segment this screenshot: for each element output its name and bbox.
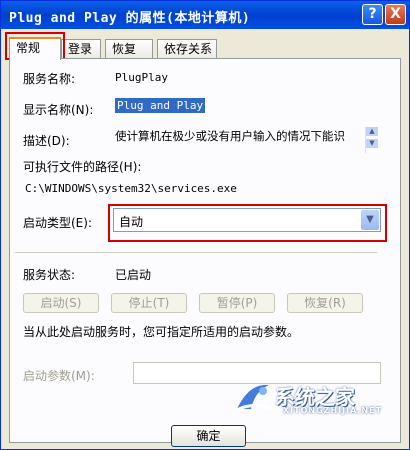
start-button[interactable]: 启动(S) (23, 293, 99, 313)
description-label: 描述(D): (23, 134, 70, 148)
service-name-label: 服务名称: (23, 72, 76, 86)
display-name-field[interactable]: Plug and Play (113, 96, 381, 116)
exe-path-label: 可执行文件的路径(H): (23, 160, 142, 174)
startup-highlight-box (108, 204, 387, 242)
properties-dialog: Plug and Play 的属性(本地计算机) ? X 常规 登录 恢复 依存… (0, 0, 410, 450)
start-params-label: 启动参数(M): (23, 369, 95, 383)
watermark-logo-icon (234, 384, 272, 413)
service-status-label: 服务状态: (23, 268, 76, 282)
exe-path-value: C:\WINDOWS\system32\services.exe (25, 182, 237, 195)
tab-strip: 常规 登录 恢复 依存关系 (9, 37, 399, 60)
pause-button[interactable]: 暂停(P) (199, 293, 275, 313)
tab-general[interactable]: 常规 (9, 37, 61, 60)
service-status-value: 已启动 (115, 268, 152, 282)
title-bar[interactable]: Plug and Play 的属性(本地计算机) ? X (1, 1, 409, 29)
resume-button[interactable]: 恢复(R) (287, 293, 363, 313)
divider (15, 252, 377, 253)
service-name-value: PlugPlay (115, 71, 168, 84)
watermark-subtext: XITONGZHIJIA.NET (283, 406, 383, 415)
stop-button[interactable]: 停止(T) (111, 293, 187, 313)
start-params-hint: 当从此处启动服务时，您可指定所适用的启动参数。 (23, 325, 300, 339)
startup-type-label: 启动类型(E): (23, 216, 92, 230)
close-button[interactable]: X (385, 4, 406, 25)
ok-button[interactable]: 确定 (171, 425, 246, 447)
scroll-up-icon[interactable]: ▲ (366, 127, 378, 136)
window-title: Plug and Play 的属性(本地计算机) (9, 11, 251, 26)
watermark: 系统之家 XITONGZHIJIA.NET (233, 379, 410, 417)
description-scrollbar[interactable]: ▲ ▼ (365, 127, 378, 153)
description-field[interactable]: 使计算机在极少或没有用户输入的情况下能识 ▲ ▼ (113, 125, 381, 155)
display-name-value: Plug and Play (115, 98, 206, 113)
scroll-down-icon[interactable]: ▼ (366, 139, 378, 148)
tab-logon[interactable]: 登录 (61, 39, 101, 58)
description-value: 使计算机在极少或没有用户输入的情况下能识 (115, 129, 345, 143)
help-button[interactable]: ? (362, 4, 383, 25)
tab-dependencies[interactable]: 依存关系 (157, 39, 217, 58)
display-name-label: 显示名称(N): (23, 103, 94, 117)
tab-recovery[interactable]: 恢复 (105, 39, 153, 58)
